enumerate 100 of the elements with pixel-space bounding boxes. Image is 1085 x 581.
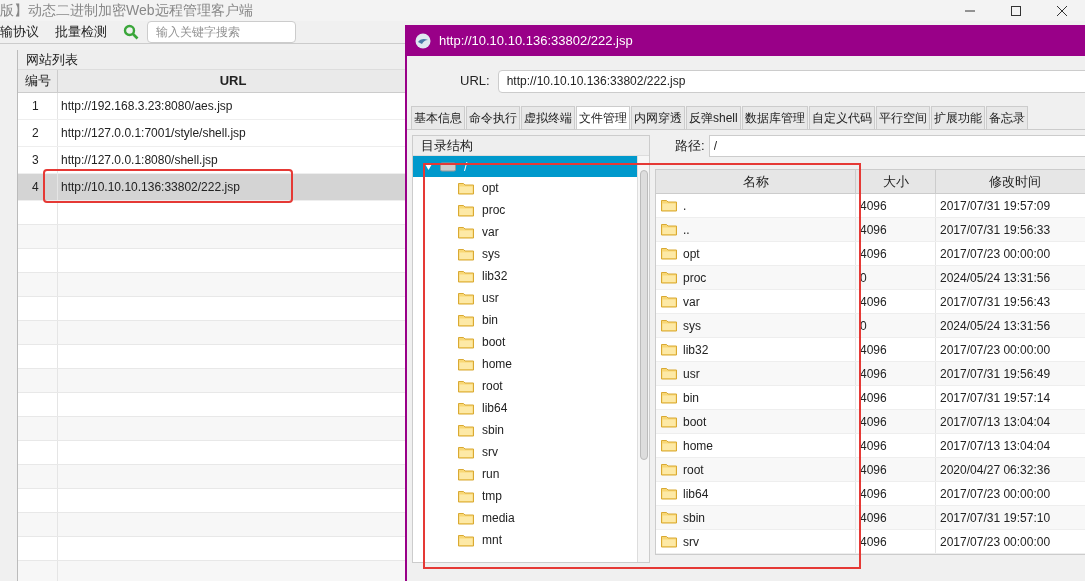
table-cell: 4096 [856, 506, 936, 529]
column-header[interactable]: URL [58, 70, 408, 92]
tree-item[interactable]: var [413, 221, 637, 243]
table-cell-text: 2017/07/23 00:00:00 [939, 533, 1052, 551]
file-row[interactable]: boot 4096 2017/07/13 13:04:04 [656, 410, 1085, 434]
tree-item[interactable]: lib32 [413, 265, 637, 287]
file-row[interactable]: opt 4096 2017/07/23 00:00:00 [656, 242, 1085, 266]
table-cell: 4096 [856, 194, 936, 217]
folder-icon [661, 415, 677, 428]
tab[interactable]: 数据库管理 [741, 106, 808, 129]
folder-icon [458, 313, 474, 327]
file-row[interactable]: lib32 4096 2017/07/23 00:00:00 [656, 338, 1085, 362]
folder-icon [661, 199, 677, 212]
tree-item[interactable]: home [413, 353, 637, 375]
tree-item[interactable]: sbin [413, 419, 637, 441]
tree-item[interactable]: mnt [413, 529, 637, 551]
table-row[interactable]: 1 http://192.168.3.23:8080/aes.jsp [18, 93, 408, 120]
file-name: bin [683, 389, 699, 407]
file-row[interactable]: srv 4096 2017/07/23 00:00:00 [656, 530, 1085, 554]
file-name: . [683, 197, 687, 215]
folder-icon [661, 319, 677, 332]
tree-item[interactable]: proc [413, 199, 637, 221]
tab[interactable]: 内网穿透 [631, 106, 685, 129]
tab[interactable]: 备忘录 [985, 106, 1028, 129]
file-row[interactable]: bin 4096 2017/07/31 19:57:14 [656, 386, 1085, 410]
tree-item[interactable]: run [413, 463, 637, 485]
table-cell: 0 [856, 314, 936, 337]
tree-item[interactable]: srv [413, 441, 637, 463]
tree-item[interactable]: usr [413, 287, 637, 309]
table-cell-text: 2017/07/31 19:56:49 [939, 365, 1052, 383]
tree-item[interactable]: boot [413, 331, 637, 353]
table-cell: 0 [856, 266, 936, 289]
folder-icon [661, 463, 677, 476]
file-row[interactable]: lib64 4096 2017/07/23 00:00:00 [656, 482, 1085, 506]
file-row[interactable]: proc 0 2024/05/24 13:31:56 [656, 266, 1085, 290]
tab[interactable]: 虚拟终端 [521, 106, 575, 129]
file-row[interactable]: root 4096 2020/04/27 06:32:36 [656, 458, 1085, 482]
file-name: boot [683, 413, 707, 431]
search-field[interactable]: 输入关键字搜索 [147, 21, 296, 43]
file-row[interactable]: sbin 4096 2017/07/31 19:57:10 [656, 506, 1085, 530]
panel-header: 目录结构 [413, 136, 649, 156]
folder-icon [661, 247, 677, 260]
table-cell-text: 2017/07/31 19:56:33 [939, 221, 1052, 239]
folder-icon [661, 367, 677, 380]
table-cell-text: 2017/07/31 19:57:09 [939, 197, 1052, 215]
tab[interactable]: 扩展功能 [930, 106, 985, 129]
tab[interactable]: 基本信息 [411, 106, 465, 129]
folder-icon [458, 269, 474, 283]
toolbar-button[interactable]: 批量检测 [55, 22, 107, 42]
table-row[interactable]: 3 http://127.0.0.1:8080/shell.jsp [18, 147, 408, 174]
folder-icon [661, 343, 677, 356]
tab[interactable]: 文件管理 [576, 106, 630, 129]
tree-item[interactable]: sys [413, 243, 637, 265]
table-cell: 4096 [856, 218, 936, 241]
column-header[interactable]: 编号 [18, 70, 58, 92]
dialog-title: http://10.10.10.136:33802/222.jsp [439, 31, 633, 50]
file-row[interactable]: home 4096 2017/07/13 13:04:04 [656, 434, 1085, 458]
toolbar-button[interactable]: 输协议 [0, 22, 39, 42]
tree-item[interactable]: bin [413, 309, 637, 331]
column-header[interactable]: 大小 [856, 170, 936, 193]
file-name: sys [683, 317, 701, 335]
folder-icon [458, 423, 474, 437]
table-cell: 4096 [856, 458, 936, 481]
table-row[interactable]: 2 http://127.0.0.1:7001/style/shell.jsp [18, 120, 408, 147]
table-cell: 4096 [856, 482, 936, 505]
file-row[interactable]: usr 4096 2017/07/31 19:56:49 [656, 362, 1085, 386]
file-row[interactable]: var 4096 2017/07/31 19:56:43 [656, 290, 1085, 314]
folder-icon [661, 511, 677, 524]
tab[interactable]: 平行空间 [875, 106, 930, 129]
file-row[interactable]: . 4096 2017/07/31 19:57:09 [656, 194, 1085, 218]
column-header[interactable]: 修改时间 [936, 170, 1085, 193]
table-cell-text: 2017/07/13 13:04:04 [939, 413, 1052, 431]
tree-item[interactable]: opt [413, 177, 637, 199]
table-cell-text: 2024/05/24 13:31:56 [939, 317, 1052, 335]
expand-arrow-icon[interactable] [425, 163, 432, 170]
folder-icon [458, 225, 474, 239]
file-row[interactable]: sys 0 2024/05/24 13:31:56 [656, 314, 1085, 338]
file-name: .. [683, 221, 690, 239]
file-name: root [683, 461, 704, 479]
tree-item[interactable]: media [413, 507, 637, 529]
tab[interactable]: 反弹shell [686, 106, 741, 129]
tree-item[interactable]: root [413, 375, 637, 397]
table-cell: 4096 [856, 242, 936, 265]
url-field[interactable]: http://10.10.10.136:33802/222.jsp [497, 69, 1085, 93]
folder-icon [458, 181, 474, 195]
file-name: usr [683, 365, 700, 383]
file-name: lib32 [683, 341, 709, 359]
tree-item[interactable]: tmp [413, 485, 637, 507]
table-cell: 4096 [856, 530, 936, 553]
table-cell: 4096 [856, 362, 936, 385]
tab[interactable]: 命令执行 [466, 106, 520, 129]
folder-icon [458, 533, 474, 547]
table-cell-text: 2017/07/23 00:00:00 [939, 341, 1052, 359]
tab[interactable]: 自定义代码 [808, 106, 875, 129]
tree-item[interactable]: lib64 [413, 397, 637, 419]
path-field[interactable]: / [708, 135, 1085, 157]
table-cell: 4096 [856, 434, 936, 457]
column-header[interactable]: 名称 [656, 170, 856, 193]
file-row[interactable]: .. 4096 2017/07/31 19:56:33 [656, 218, 1085, 242]
scrollbar[interactable] [637, 156, 649, 562]
